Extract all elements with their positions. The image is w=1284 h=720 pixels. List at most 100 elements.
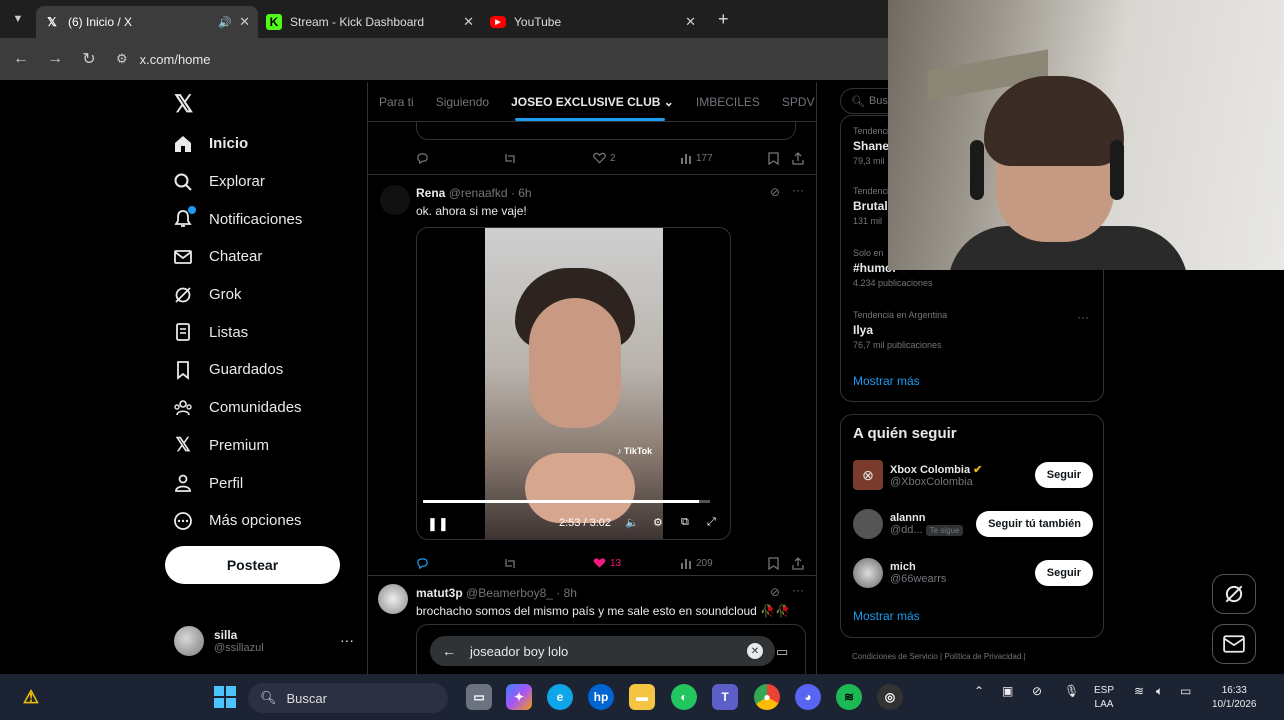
file-explorer-icon[interactable]: ▬ bbox=[629, 684, 655, 710]
sidebar-item-perfil[interactable]: Perfil bbox=[172, 464, 302, 502]
show-more-link[interactable]: Mostrar más bbox=[853, 374, 920, 388]
avatar[interactable] bbox=[380, 185, 410, 215]
more-dots-icon[interactable]: ··· bbox=[792, 583, 804, 597]
sidebar-item-inicio[interactable]: Inicio bbox=[172, 125, 302, 163]
tweet-author-handle[interactable]: @Beamerboy8_ bbox=[466, 586, 553, 600]
tweet-author-name[interactable]: matut3p bbox=[416, 586, 463, 600]
tweet-author-name[interactable]: Rena bbox=[416, 186, 445, 200]
close-icon[interactable]: ✕ bbox=[685, 14, 696, 30]
forward-icon[interactable]: → bbox=[38, 50, 72, 68]
views-button[interactable]: 177 bbox=[680, 152, 713, 164]
media-search-bar[interactable]: ← joseador boy lolo ✕ bbox=[430, 636, 775, 666]
repost-icon[interactable] bbox=[503, 557, 521, 570]
more-dots-icon[interactable]: ··· bbox=[1077, 310, 1089, 324]
sidebar-item-mas-opciones[interactable]: Más opciones bbox=[172, 502, 302, 540]
wifi-icon[interactable]: ≋ bbox=[1134, 684, 1144, 698]
sidebar-item-chatear[interactable]: Chatear bbox=[172, 238, 302, 276]
tab-imbeciles[interactable]: IMBECILES bbox=[685, 95, 771, 109]
close-icon[interactable]: ✕ bbox=[239, 14, 250, 30]
clear-search-icon[interactable]: ✕ bbox=[747, 643, 763, 659]
task-view-icon[interactable]: ▭ bbox=[466, 684, 492, 710]
back-arrow-icon[interactable]: ← bbox=[442, 643, 456, 659]
close-icon[interactable]: ✕ bbox=[463, 14, 474, 30]
microphone-icon[interactable]: 🎙︎ bbox=[1064, 684, 1079, 698]
teams-icon[interactable]: T bbox=[712, 684, 738, 710]
account-switcher[interactable]: silla @ssillazul ··· bbox=[174, 626, 354, 656]
repost-icon[interactable] bbox=[503, 152, 521, 165]
reload-icon[interactable]: ↻ bbox=[72, 49, 106, 69]
messages-fab[interactable] bbox=[1212, 624, 1256, 664]
taskbar-search[interactable]: 🔍︎ Buscar bbox=[248, 683, 448, 713]
cast-icon[interactable]: ▭ bbox=[776, 644, 788, 660]
sidebar-item-premium[interactable]: 𝕏 Premium bbox=[172, 427, 302, 465]
follow-suggestion[interactable]: alannn @dd... Te sigue Seguir tú también bbox=[853, 509, 1093, 539]
tray-app-icon[interactable]: ▣ bbox=[1002, 684, 1013, 698]
spotify-icon[interactable]: ≋ bbox=[836, 684, 862, 710]
follow-back-button[interactable]: Seguir tú también bbox=[976, 511, 1093, 537]
battery-icon[interactable]: ▭ bbox=[1180, 684, 1191, 698]
bookmark-icon[interactable] bbox=[768, 152, 783, 165]
new-tab-icon[interactable]: + bbox=[718, 9, 729, 30]
show-more-link[interactable]: Mostrar más bbox=[853, 609, 920, 623]
x-logo-icon[interactable]: 𝕏 bbox=[174, 90, 193, 119]
hp-icon[interactable]: hp bbox=[588, 684, 614, 710]
tweet-author-handle[interactable]: @renaafkd bbox=[449, 186, 508, 200]
video-player[interactable]: ♪ TikTok ❚❚ 2:53 / 3:02 🔈 ⚙ ⧉ ⤢ bbox=[416, 227, 731, 540]
clock[interactable]: 16:33 10/1/2026 bbox=[1212, 684, 1257, 712]
chrome-icon[interactable]: ● bbox=[754, 684, 780, 710]
video-progress-bar[interactable] bbox=[423, 500, 710, 503]
tab-para-ti[interactable]: Para ti bbox=[368, 95, 425, 109]
url-field[interactable]: ⚙ x.com/home bbox=[116, 51, 210, 67]
footer-links[interactable]: Condiciones de Servicio | Política de Pr… bbox=[852, 652, 1026, 661]
grok-icon[interactable]: ⊘ bbox=[770, 185, 780, 199]
like-button[interactable]: 2 bbox=[593, 152, 616, 164]
volume-icon[interactable]: 🔈 bbox=[625, 516, 639, 529]
back-icon[interactable]: ← bbox=[4, 50, 38, 68]
more-dots-icon[interactable]: ··· bbox=[792, 183, 804, 197]
follow-suggestion[interactable]: ⊗ Xbox Colombia ✔ @XboxColombia Seguir bbox=[853, 460, 1093, 490]
tab-youtube[interactable]: ▶ YouTube ✕ bbox=[482, 6, 704, 38]
fullscreen-icon[interactable]: ⤢ bbox=[707, 516, 716, 529]
like-button[interactable]: 13 bbox=[593, 557, 621, 569]
sidebar-item-grok[interactable]: Grok bbox=[172, 276, 302, 314]
copilot-icon[interactable]: ✦ bbox=[506, 684, 532, 710]
reply-icon[interactable] bbox=[416, 152, 433, 165]
speaker-icon[interactable]: 🔊 bbox=[218, 16, 232, 29]
language-indicator[interactable]: ESP LAA bbox=[1094, 684, 1114, 712]
more-dots-icon[interactable]: ··· bbox=[340, 632, 354, 648]
tweet-time[interactable]: · 8h bbox=[556, 586, 577, 600]
windows-start-icon[interactable] bbox=[212, 684, 238, 710]
tab-siguiendo[interactable]: Siguiendo bbox=[425, 95, 500, 109]
trend-item[interactable]: Tendencia en Argentina Ilya 76,7 mil pub… bbox=[853, 310, 947, 350]
tray-hidden-icon[interactable]: ⊘ bbox=[1032, 684, 1042, 698]
sidebar-item-notificaciones[interactable]: Notificaciones bbox=[172, 200, 302, 238]
views-button[interactable]: 209 bbox=[680, 557, 713, 569]
tweet-time[interactable]: · 6h bbox=[511, 186, 532, 200]
tab-x-home[interactable]: 𝕏 (6) Inicio / X 🔊 ✕ bbox=[36, 6, 258, 38]
tab-kick[interactable]: K Stream - Kick Dashboard ✕ bbox=[258, 6, 482, 38]
grok-icon[interactable]: ⊘ bbox=[770, 585, 780, 599]
sidebar-item-listas[interactable]: Listas bbox=[172, 313, 302, 351]
tray-chevron-icon[interactable]: ⌃ bbox=[974, 684, 984, 698]
sidebar-item-explorar[interactable]: Explorar bbox=[172, 163, 302, 201]
follow-suggestion[interactable]: mich @66wearrs Seguir bbox=[853, 558, 1093, 588]
obs-icon[interactable]: ◎ bbox=[877, 684, 903, 710]
follow-button[interactable]: Seguir bbox=[1034, 560, 1093, 586]
grok-fab[interactable] bbox=[1212, 574, 1256, 614]
share-icon[interactable] bbox=[792, 557, 808, 570]
tab-joseo-exclusive-club[interactable]: JOSEO EXCLUSIVE CLUB ⌄ bbox=[500, 95, 685, 109]
sidebar-item-guardados[interactable]: Guardados bbox=[172, 351, 302, 389]
post-button[interactable]: Postear bbox=[165, 546, 340, 584]
reply-icon[interactable] bbox=[416, 557, 433, 570]
site-settings-icon[interactable]: ⚙ bbox=[116, 51, 128, 67]
edge-icon[interactable]: e bbox=[547, 684, 573, 710]
tweet-rena[interactable]: Rena @renaafkd · 6h ⊘ ··· ok. ahora si m… bbox=[368, 175, 816, 575]
popout-icon[interactable]: ⧉ bbox=[681, 516, 689, 529]
warning-icon[interactable]: ⚠ bbox=[18, 684, 44, 710]
discord-icon[interactable]: ◕ bbox=[795, 684, 821, 710]
app-icon[interactable]: ◐ bbox=[671, 684, 697, 710]
tab-spdv[interactable]: SPDV bbox=[771, 95, 816, 109]
settings-gear-icon[interactable]: ⚙ bbox=[653, 516, 663, 529]
share-icon[interactable] bbox=[792, 152, 808, 165]
follow-button[interactable]: Seguir bbox=[1034, 462, 1093, 488]
